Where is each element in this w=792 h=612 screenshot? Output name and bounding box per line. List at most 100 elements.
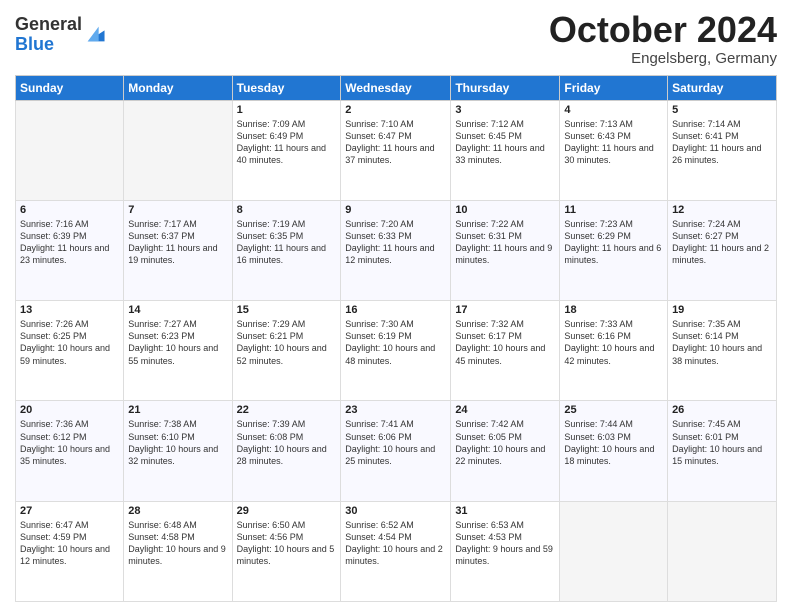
cell-content: Sunrise: 7:41 AM Sunset: 6:06 PM Dayligh… xyxy=(345,418,446,467)
day-number: 9 xyxy=(345,204,446,216)
calendar-cell: 23 Sunrise: 7:41 AM Sunset: 6:06 PM Dayli… xyxy=(341,401,451,501)
day-number: 8 xyxy=(237,204,337,216)
calendar-cell: 19Sunrise: 7:35 AM Sunset: 6:14 PM Dayli… xyxy=(668,301,777,401)
calendar-cell: 31Sunrise: 6:53 AM Sunset: 4:53 PM Dayli… xyxy=(451,501,560,601)
cell-content: Sunrise: 6:53 AM Sunset: 4:53 PM Dayligh… xyxy=(455,519,555,568)
calendar-table: SundayMondayTuesdayWednesdayThursdayFrid… xyxy=(15,75,777,602)
page: General Blue October 2024 Engelsberg, Ge… xyxy=(0,0,792,612)
day-number: 13 xyxy=(20,304,119,316)
cell-content: Sunrise: 7:26 AM Sunset: 6:25 PM Dayligh… xyxy=(20,318,119,367)
calendar-cell xyxy=(124,100,232,200)
cell-content: Sunrise: 7:33 AM Sunset: 6:16 PM Dayligh… xyxy=(564,318,663,367)
day-number: 1 xyxy=(237,104,337,116)
calendar-cell: 26 Sunrise: 7:45 AM Sunset: 6:01 PM Dayli… xyxy=(668,401,777,501)
calendar-week-row: 6 Sunrise: 7:16 AM Sunset: 6:39 PM Daylig… xyxy=(16,200,777,300)
cell-content: Sunrise: 7:19 AM Sunset: 6:35 PM Dayligh… xyxy=(237,218,337,267)
cell-content: Sunrise: 7:22 AM Sunset: 6:31 PM Dayligh… xyxy=(455,218,555,267)
month-title: October 2024 xyxy=(549,10,777,50)
day-number: 14 xyxy=(128,304,227,316)
cell-content: Sunrise: 7:16 AM Sunset: 6:39 PM Dayligh… xyxy=(20,218,119,267)
day-number: 15 xyxy=(237,304,337,316)
calendar-cell: 21 Sunrise: 7:38 AM Sunset: 6:10 PM Dayli… xyxy=(124,401,232,501)
day-number: 23 xyxy=(345,404,446,416)
day-number: 10 xyxy=(455,204,555,216)
day-number: 25 xyxy=(564,404,663,416)
cell-content: Sunrise: 6:50 AM Sunset: 4:56 PM Dayligh… xyxy=(237,519,337,568)
cell-content: Sunrise: 6:47 AM Sunset: 4:59 PM Dayligh… xyxy=(20,519,119,568)
cell-content: Sunrise: 6:52 AM Sunset: 4:54 PM Dayligh… xyxy=(345,519,446,568)
calendar-week-row: 20 Sunrise: 7:36 AM Sunset: 6:12 PM Dayli… xyxy=(16,401,777,501)
cell-content: Sunrise: 7:17 AM Sunset: 6:37 PM Dayligh… xyxy=(128,218,227,267)
calendar-cell: 17 Sunrise: 7:32 AM Sunset: 6:17 PM Dayli… xyxy=(451,301,560,401)
cell-content: Sunrise: 7:32 AM Sunset: 6:17 PM Dayligh… xyxy=(455,318,555,367)
calendar-cell: 22Sunrise: 7:39 AM Sunset: 6:08 PM Dayli… xyxy=(232,401,341,501)
day-number: 21 xyxy=(128,404,227,416)
cell-content: Sunrise: 7:29 AM Sunset: 6:21 PM Dayligh… xyxy=(237,318,337,367)
calendar-cell: 29 Sunrise: 6:50 AM Sunset: 4:56 PM Dayli… xyxy=(232,501,341,601)
calendar-cell: 12 Sunrise: 7:24 AM Sunset: 6:27 PM Dayli… xyxy=(668,200,777,300)
calendar-cell: 6 Sunrise: 7:16 AM Sunset: 6:39 PM Daylig… xyxy=(16,200,124,300)
cell-content: Sunrise: 7:38 AM Sunset: 6:10 PM Dayligh… xyxy=(128,418,227,467)
day-number: 20 xyxy=(20,404,119,416)
day-number: 2 xyxy=(345,104,446,116)
cell-content: Sunrise: 7:45 AM Sunset: 6:01 PM Dayligh… xyxy=(672,418,772,467)
calendar-cell: 10 Sunrise: 7:22 AM Sunset: 6:31 PM Dayli… xyxy=(451,200,560,300)
day-number: 17 xyxy=(455,304,555,316)
day-number: 29 xyxy=(237,505,337,517)
logo-general: General xyxy=(15,14,82,34)
calendar-header-tuesday: Tuesday xyxy=(232,75,341,100)
day-number: 11 xyxy=(564,204,663,216)
calendar-cell xyxy=(668,501,777,601)
cell-content: Sunrise: 7:10 AM Sunset: 6:47 PM Dayligh… xyxy=(345,118,446,167)
day-number: 18 xyxy=(564,304,663,316)
calendar-cell: 13 Sunrise: 7:26 AM Sunset: 6:25 PM Dayli… xyxy=(16,301,124,401)
calendar-header-sunday: Sunday xyxy=(16,75,124,100)
logo-icon xyxy=(84,23,106,45)
cell-content: Sunrise: 7:30 AM Sunset: 6:19 PM Dayligh… xyxy=(345,318,446,367)
day-number: 5 xyxy=(672,104,772,116)
day-number: 26 xyxy=(672,404,772,416)
calendar-cell: 28 Sunrise: 6:48 AM Sunset: 4:58 PM Dayli… xyxy=(124,501,232,601)
calendar-cell: 30 Sunrise: 6:52 AM Sunset: 4:54 PM Dayli… xyxy=(341,501,451,601)
calendar-header-monday: Monday xyxy=(124,75,232,100)
calendar-cell: 7Sunrise: 7:17 AM Sunset: 6:37 PM Daylig… xyxy=(124,200,232,300)
calendar-header-saturday: Saturday xyxy=(668,75,777,100)
cell-content: Sunrise: 7:35 AM Sunset: 6:14 PM Dayligh… xyxy=(672,318,772,367)
calendar-cell: 24Sunrise: 7:42 AM Sunset: 6:05 PM Dayli… xyxy=(451,401,560,501)
cell-content: Sunrise: 7:24 AM Sunset: 6:27 PM Dayligh… xyxy=(672,218,772,267)
title-block: October 2024 Engelsberg, Germany xyxy=(549,10,777,67)
cell-content: Sunrise: 7:20 AM Sunset: 6:33 PM Dayligh… xyxy=(345,218,446,267)
logo-text: General Blue xyxy=(15,15,82,55)
cell-content: Sunrise: 7:12 AM Sunset: 6:45 PM Dayligh… xyxy=(455,118,555,167)
calendar-cell: 16Sunrise: 7:30 AM Sunset: 6:19 PM Dayli… xyxy=(341,301,451,401)
calendar-cell xyxy=(560,501,668,601)
calendar-header-thursday: Thursday xyxy=(451,75,560,100)
logo-blue: Blue xyxy=(15,34,54,54)
calendar-cell: 15 Sunrise: 7:29 AM Sunset: 6:21 PM Dayli… xyxy=(232,301,341,401)
calendar-cell: 18 Sunrise: 7:33 AM Sunset: 6:16 PM Dayli… xyxy=(560,301,668,401)
calendar-header-friday: Friday xyxy=(560,75,668,100)
calendar-header-wednesday: Wednesday xyxy=(341,75,451,100)
calendar-cell: 1 Sunrise: 7:09 AM Sunset: 6:49 PM Daylig… xyxy=(232,100,341,200)
calendar-cell: 27Sunrise: 6:47 AM Sunset: 4:59 PM Dayli… xyxy=(16,501,124,601)
cell-content: Sunrise: 6:48 AM Sunset: 4:58 PM Dayligh… xyxy=(128,519,227,568)
calendar-week-row: 27Sunrise: 6:47 AM Sunset: 4:59 PM Dayli… xyxy=(16,501,777,601)
calendar-cell: 2 Sunrise: 7:10 AM Sunset: 6:47 PM Daylig… xyxy=(341,100,451,200)
calendar-header-row: SundayMondayTuesdayWednesdayThursdayFrid… xyxy=(16,75,777,100)
day-number: 28 xyxy=(128,505,227,517)
calendar-cell: 4Sunrise: 7:13 AM Sunset: 6:43 PM Daylig… xyxy=(560,100,668,200)
calendar-cell: 3Sunrise: 7:12 AM Sunset: 6:45 PM Daylig… xyxy=(451,100,560,200)
cell-content: Sunrise: 7:09 AM Sunset: 6:49 PM Dayligh… xyxy=(237,118,337,167)
calendar-cell xyxy=(16,100,124,200)
day-number: 12 xyxy=(672,204,772,216)
calendar-week-row: 1 Sunrise: 7:09 AM Sunset: 6:49 PM Daylig… xyxy=(16,100,777,200)
location: Engelsberg, Germany xyxy=(549,50,777,67)
calendar-cell: 25Sunrise: 7:44 AM Sunset: 6:03 PM Dayli… xyxy=(560,401,668,501)
header: General Blue October 2024 Engelsberg, Ge… xyxy=(15,10,777,67)
cell-content: Sunrise: 7:36 AM Sunset: 6:12 PM Dayligh… xyxy=(20,418,119,467)
cell-content: Sunrise: 7:27 AM Sunset: 6:23 PM Dayligh… xyxy=(128,318,227,367)
day-number: 6 xyxy=(20,204,119,216)
day-number: 24 xyxy=(455,404,555,416)
day-number: 30 xyxy=(345,505,446,517)
cell-content: Sunrise: 7:39 AM Sunset: 6:08 PM Dayligh… xyxy=(237,418,337,467)
